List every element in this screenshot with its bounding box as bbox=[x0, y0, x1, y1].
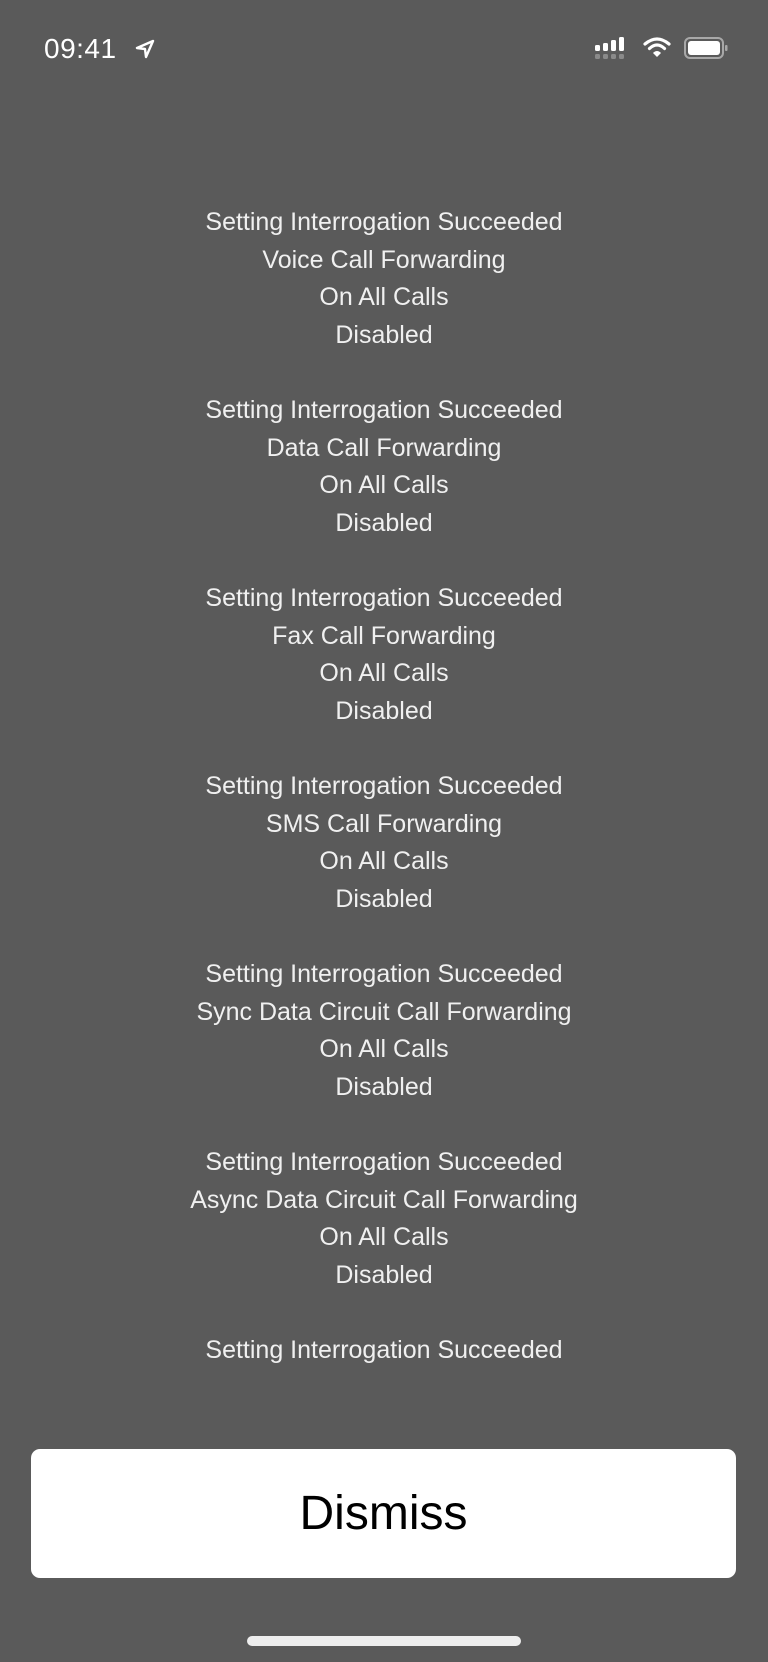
result-status: Setting Interrogation Succeeded bbox=[205, 960, 563, 988]
result-service: Sync Data Circuit Call Forwarding bbox=[196, 997, 572, 1026]
result-status: Setting Interrogation Succeeded bbox=[205, 208, 563, 236]
result-state: Disabled bbox=[335, 696, 433, 725]
result-status: Setting Interrogation Succeeded bbox=[205, 772, 563, 800]
result-state: Disabled bbox=[335, 1072, 433, 1101]
result-condition: On All Calls bbox=[319, 1035, 449, 1063]
wifi-icon bbox=[643, 37, 671, 57]
result-state: Disabled bbox=[335, 884, 433, 913]
result-condition: On All Calls bbox=[319, 659, 449, 687]
result-service: Data Call Forwarding bbox=[266, 433, 502, 462]
result-state: Disabled bbox=[335, 508, 433, 537]
result-condition: On All Calls bbox=[319, 1223, 449, 1251]
result-condition: On All Calls bbox=[319, 847, 449, 875]
result-state: Disabled bbox=[335, 320, 433, 349]
result-service: Voice Call Forwarding bbox=[262, 245, 506, 274]
result-block-partial: Setting Interrogation Succeeded bbox=[0, 1332, 768, 1370]
cellular-signal-icon bbox=[595, 37, 624, 59]
result-condition: On All Calls bbox=[319, 471, 449, 499]
result-block-data: Setting Interrogation Succeeded Data Cal… bbox=[0, 392, 768, 542]
status-bar: 09:41 bbox=[0, 0, 768, 100]
result-state: Disabled bbox=[335, 1260, 433, 1289]
result-block-async-data-circuit: Setting Interrogation Succeeded Async Da… bbox=[0, 1144, 768, 1294]
result-block-fax: Setting Interrogation Succeeded Fax Call… bbox=[0, 580, 768, 730]
result-status: Setting Interrogation Succeeded bbox=[205, 1336, 563, 1364]
result-status: Setting Interrogation Succeeded bbox=[205, 584, 563, 612]
dismiss-label: Dismiss bbox=[299, 1487, 468, 1540]
battery-icon bbox=[684, 37, 728, 59]
result-block-sms: Setting Interrogation Succeeded SMS Call… bbox=[0, 768, 768, 918]
location-arrow-icon bbox=[135, 39, 155, 59]
home-indicator[interactable] bbox=[247, 1636, 521, 1646]
result-service: Async Data Circuit Call Forwarding bbox=[190, 1185, 578, 1214]
status-time: 09:41 bbox=[44, 33, 117, 64]
result-service: SMS Call Forwarding bbox=[265, 809, 503, 838]
result-block-voice: Setting Interrogation Succeeded Voice Ca… bbox=[0, 204, 768, 354]
result-condition: On All Calls bbox=[319, 283, 449, 311]
result-block-sync-data-circuit: Setting Interrogation Succeeded Sync Dat… bbox=[0, 956, 768, 1106]
result-service: Fax Call Forwarding bbox=[272, 621, 496, 650]
interrogation-results: Setting Interrogation Succeeded Voice Ca… bbox=[0, 204, 768, 1408]
result-status: Setting Interrogation Succeeded bbox=[205, 1148, 563, 1176]
result-status: Setting Interrogation Succeeded bbox=[205, 396, 563, 424]
dismiss-button[interactable]: Dismiss bbox=[31, 1449, 736, 1578]
